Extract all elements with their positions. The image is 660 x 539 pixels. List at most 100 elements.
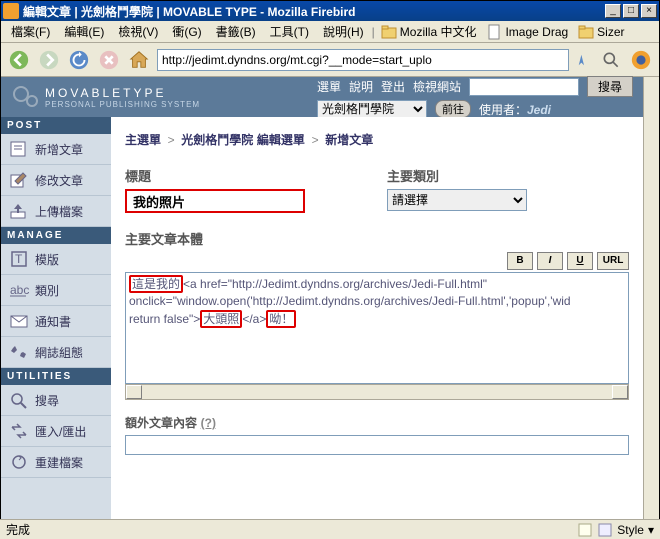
- page-icon: [486, 24, 502, 40]
- menu-edit[interactable]: 編輯(E): [58, 21, 110, 42]
- user-link[interactable]: Jedi: [527, 103, 551, 117]
- nav-menu[interactable]: 選單: [317, 78, 341, 95]
- horizontal-scrollbar[interactable]: [125, 384, 629, 400]
- title-label: 標題: [125, 166, 367, 185]
- sidebar-header-post: POST: [1, 117, 111, 134]
- sidebar-item-categories[interactable]: abc類別: [1, 275, 111, 306]
- mt-header: MOVABLETYPE PERSONAL PUBLISHING SYSTEM 選…: [1, 77, 643, 117]
- format-bold[interactable]: B: [507, 252, 533, 270]
- search-icon: [9, 391, 29, 409]
- browser-toolbar: [1, 43, 659, 77]
- menu-help[interactable]: 說明(H): [317, 21, 370, 42]
- mt-logo: MOVABLETYPE PERSONAL PUBLISHING SYSTEM: [11, 82, 200, 112]
- gears-icon: [11, 82, 41, 112]
- sidebar-item-import-export[interactable]: 匯入/匯出: [1, 416, 111, 447]
- style-label[interactable]: Style: [617, 523, 644, 537]
- home-button[interactable]: [127, 48, 151, 72]
- category-select[interactable]: 請選擇: [387, 189, 527, 211]
- body-highlight-3: 呦！: [266, 310, 296, 328]
- category-label: 主要類別: [387, 166, 629, 185]
- sidebar-item-upload[interactable]: 上傳檔案: [1, 196, 111, 227]
- sidebar-item-templates[interactable]: T模版: [1, 244, 111, 275]
- format-italic[interactable]: I: [537, 252, 563, 270]
- body-textarea[interactable]: 這是我的<a href="http://Jedimt.dyndns.org/ar…: [125, 272, 629, 384]
- forward-button[interactable]: [37, 48, 61, 72]
- maximize-button[interactable]: □: [623, 4, 639, 18]
- menu-view[interactable]: 檢視(V): [112, 21, 164, 42]
- import-export-icon: [9, 422, 29, 440]
- window-titlebar: 編輯文章 | 光劍格鬥學院 | MOVABLE TYPE - Mozilla F…: [1, 1, 659, 21]
- bookmark-sizer[interactable]: Sizer: [574, 22, 628, 42]
- close-button[interactable]: ×: [641, 4, 657, 18]
- scroll-right-button[interactable]: [612, 385, 628, 399]
- extra-help-link[interactable]: (?): [201, 416, 216, 430]
- format-underline[interactable]: U: [567, 252, 593, 270]
- logo-subtitle: PERSONAL PUBLISHING SYSTEM: [45, 100, 200, 109]
- extra-label: 額外文章內容 (?): [125, 414, 629, 431]
- bookmark-imagedrag[interactable]: Image Drag: [482, 22, 572, 42]
- body-highlight-1: 這是我的: [129, 275, 183, 293]
- throbber-icon: [629, 48, 653, 72]
- body-label: 主要文章本體: [125, 229, 629, 248]
- nav-logout[interactable]: 登出: [381, 78, 405, 95]
- browser-menubar: 檔案(F) 編輯(E) 檢視(V) 衝(G) 書籤(B) 工具(T) 說明(H)…: [1, 21, 659, 43]
- breadcrumb: 主選單 > 光劍格鬥學院 編輯選單 > 新增文章: [125, 131, 629, 148]
- title-input[interactable]: [125, 189, 305, 213]
- config-icon: [9, 343, 29, 361]
- stop-button[interactable]: [97, 48, 121, 72]
- bc-blog[interactable]: 光劍格鬥學院: [181, 133, 253, 147]
- folder-icon: [578, 24, 594, 40]
- menu-tools[interactable]: 工具(T): [264, 21, 315, 42]
- nav-search-input[interactable]: [469, 78, 579, 96]
- template-icon: T: [9, 250, 29, 268]
- sidebar-item-config[interactable]: 網誌組態: [1, 337, 111, 368]
- upload-icon: [9, 202, 29, 220]
- sidebar-header-manage: MANAGE: [1, 227, 111, 244]
- menu-bookmarks[interactable]: 書籤(B): [210, 21, 262, 42]
- app-icon: [3, 3, 19, 19]
- sidebar-header-utilities: UTILITIES: [1, 368, 111, 385]
- user-label: 使用者：Jedi: [479, 101, 551, 118]
- bc-main[interactable]: 主選單: [125, 133, 161, 147]
- status-icon-2[interactable]: [597, 522, 613, 538]
- body-highlight-2: 大頭照: [200, 310, 242, 328]
- back-button[interactable]: [7, 48, 31, 72]
- go-button[interactable]: [575, 48, 593, 72]
- menu-file[interactable]: 檔案(F): [5, 21, 56, 42]
- bookmark-mozilla[interactable]: Mozilla 中文化: [377, 21, 481, 42]
- blog-select[interactable]: 光劍格鬥學院: [317, 100, 427, 118]
- sidebar-item-search[interactable]: 搜尋: [1, 385, 111, 416]
- status-icon-1[interactable]: [577, 522, 593, 538]
- sidebar-item-new-entry[interactable]: 新增文章: [1, 134, 111, 165]
- scroll-left-button[interactable]: [126, 385, 142, 399]
- extra-textarea[interactable]: [125, 435, 629, 455]
- search-button[interactable]: [599, 48, 623, 72]
- menu-go[interactable]: 衝(G): [166, 21, 207, 42]
- sidebar-item-notifications[interactable]: 通知書: [1, 306, 111, 337]
- format-url[interactable]: URL: [597, 252, 629, 270]
- style-dropdown-icon[interactable]: ▾: [648, 523, 654, 537]
- new-entry-icon: [9, 140, 29, 158]
- editor-pane: 主選單 > 光劍格鬥學院 編輯選單 > 新增文章 標題 主要類別 請選擇: [111, 117, 643, 522]
- mail-icon: [9, 312, 29, 330]
- nav-search-button[interactable]: 搜尋: [587, 76, 633, 97]
- minimize-button[interactable]: _: [605, 4, 621, 18]
- reload-button[interactable]: [67, 48, 91, 72]
- folder-icon: [381, 24, 397, 40]
- nav-help[interactable]: 說明: [349, 78, 373, 95]
- edit-icon: [9, 171, 29, 189]
- rebuild-icon: [9, 453, 29, 471]
- address-bar[interactable]: [157, 49, 569, 71]
- sidebar-item-rebuild[interactable]: 重建檔案: [1, 447, 111, 478]
- bc-edit: 編輯選單: [257, 133, 305, 147]
- svg-text:T: T: [15, 252, 23, 266]
- status-text: 完成: [6, 521, 30, 538]
- bc-new: 新增文章: [325, 133, 373, 147]
- sidebar: POST 新增文章 修改文章 上傳檔案 MANAGE T模版 abc類別 通知書…: [1, 117, 111, 522]
- window-title: 編輯文章 | 光劍格鬥學院 | MOVABLE TYPE - Mozilla F…: [23, 3, 356, 20]
- go-button[interactable]: 前往: [435, 100, 471, 118]
- category-icon: abc: [9, 281, 29, 299]
- sidebar-item-edit-entry[interactable]: 修改文章: [1, 165, 111, 196]
- vertical-scrollbar[interactable]: [643, 77, 659, 522]
- nav-viewsite[interactable]: 檢視網站: [413, 78, 461, 95]
